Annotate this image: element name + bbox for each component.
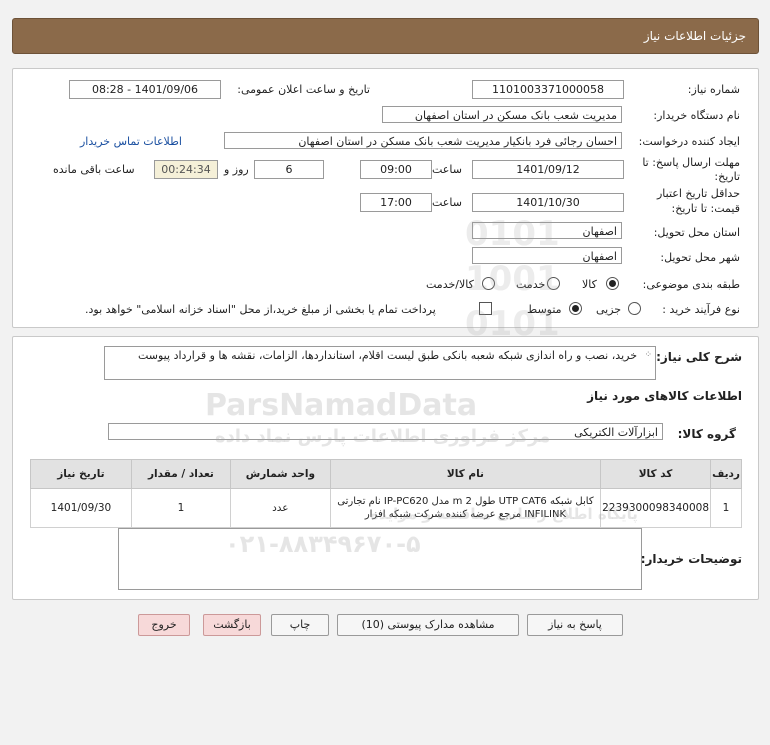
cell-unit: عدد	[229, 488, 331, 528]
cell-date: 1401/09/30	[30, 488, 132, 528]
days-field: 6	[254, 160, 324, 179]
category-service-radio[interactable]	[547, 277, 560, 290]
col-name: نام کالا	[329, 459, 602, 489]
buyer-org-label: نام دستگاه خریدار:	[653, 109, 740, 122]
deadline-time-label: ساعت	[432, 163, 462, 176]
category-goods-radio[interactable]	[606, 277, 619, 290]
remaining-time-field: 00:24:34	[154, 160, 218, 179]
deadline-label: مهلت ارسال پاسخ: تا	[642, 156, 740, 169]
description-box: خرید، نصب و راه اندازی شبکه شعبه بانکی ط…	[104, 346, 656, 380]
col-date: تاریخ نیاز	[30, 459, 132, 489]
process-medium-label: متوسط	[527, 303, 562, 316]
goods-section-title: اطلاعات کالاهای مورد نیاز	[587, 389, 742, 403]
validity-date-field: 1401/10/30	[472, 193, 624, 212]
city-label: شهر محل تحویل:	[660, 251, 740, 264]
category-goods-label: کالا	[582, 278, 597, 291]
need-number-label: شماره نیاز:	[687, 83, 740, 96]
category-both-label: کالا/خدمت	[426, 278, 474, 291]
need-number-field: 1101003371000058	[472, 80, 624, 99]
description-text: خرید، نصب و راه اندازی شبکه شعبه بانکی ط…	[137, 349, 637, 362]
creator-field: احسان رجائی فرد بانکیار مدیریت شعب بانک …	[224, 132, 622, 149]
buyer-contact-link[interactable]: اطلاعات تماس خریدار	[80, 135, 182, 148]
page-header: جزئیات اطلاعات نیاز	[12, 18, 759, 54]
process-medium-radio[interactable]	[569, 302, 582, 315]
col-qty: تعداد / مقدار	[130, 459, 231, 489]
city-field: اصفهان	[472, 247, 622, 264]
process-minor-radio[interactable]	[628, 302, 641, 315]
validity-time-label: ساعت	[432, 196, 462, 209]
announce-label: تاریخ و ساعت اعلان عمومی:	[237, 83, 370, 96]
announce-field: 1401/09/06 - 08:28	[69, 80, 221, 99]
attachments-button[interactable]: مشاهده مدارک پیوستی (10)	[337, 614, 519, 636]
goods-table: ردیف کد کالا نام کالا واحد شمارش تعداد /…	[30, 459, 742, 528]
province-field: اصفهان	[472, 222, 622, 239]
category-service-label: خدمت	[516, 278, 546, 291]
deadline-date-field: 1401/09/12	[472, 160, 624, 179]
days-label: روز و	[224, 163, 249, 176]
buyer-notes-box	[118, 528, 642, 590]
print-button[interactable]: چاپ	[271, 614, 329, 636]
buyer-notes-label: توضیحات خریدار:	[640, 552, 742, 566]
province-label: استان محل تحویل:	[653, 226, 740, 239]
resize-grip-icon: ⁘	[644, 350, 652, 360]
creator-label: ایجاد کننده درخواست:	[638, 135, 740, 148]
table-row: 1 2239300098340008 کابل شبکه UTP CAT6 طو…	[30, 488, 742, 528]
deadline-label-2: تاریخ:	[714, 170, 740, 183]
validity-time-field: 17:00	[360, 193, 432, 212]
remaining-label: ساعت باقی مانده	[53, 163, 135, 176]
page-title: جزئیات اطلاعات نیاز	[643, 29, 746, 43]
process-minor-label: جزیی	[596, 303, 622, 316]
col-code: کد کالا	[600, 459, 712, 489]
treasury-payment-checkbox[interactable]	[479, 302, 492, 315]
col-unit: واحد شمارش	[229, 459, 331, 489]
validity-label: حداقل تاریخ اعتبار	[656, 187, 740, 200]
cell-name: کابل شبکه UTP CAT6 طول 2 m مدل IP-PC620 …	[329, 488, 602, 528]
goods-group-label: گروه کالا:	[677, 427, 736, 441]
process-label: نوع فرآیند خرید :	[662, 303, 740, 316]
goods-group-field: ابزارآلات الکتریکی	[108, 423, 663, 440]
treasury-payment-note: پرداخت تمام یا بخشی از مبلغ خرید،از محل …	[85, 303, 436, 316]
back-button[interactable]: بازگشت	[203, 614, 261, 636]
cell-code: 2239300098340008	[600, 488, 712, 528]
goods-table-header: ردیف کد کالا نام کالا واحد شمارش تعداد /…	[30, 459, 742, 489]
cell-qty: 1	[130, 488, 231, 528]
category-both-radio[interactable]	[482, 277, 495, 290]
buyer-org-field: مدیریت شعب بانک مسکن در استان اصفهان	[382, 106, 622, 123]
validity-label-2: قیمت: تا تاریخ:	[671, 202, 740, 215]
category-label: طبقه بندی موضوعی:	[642, 278, 740, 291]
col-row: ردیف	[710, 459, 742, 489]
description-label: شرح کلی نیاز:	[656, 350, 742, 364]
deadline-time-field: 09:00	[360, 160, 432, 179]
exit-button[interactable]: خروج	[138, 614, 190, 636]
cell-row: 1	[710, 488, 742, 528]
reply-button[interactable]: پاسخ به نیاز	[527, 614, 623, 636]
